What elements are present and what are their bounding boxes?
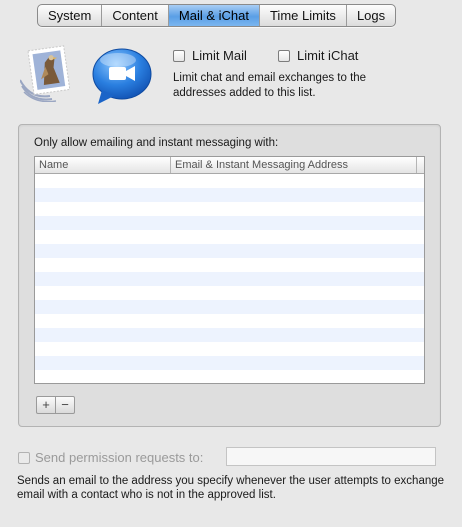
table-row: [35, 356, 424, 370]
send-permission-label: Send permission requests to:: [35, 450, 204, 465]
table-row: [35, 286, 424, 300]
limit-mail-checkbox-row[interactable]: Limit Mail: [173, 48, 247, 63]
tab-time-limits[interactable]: Time Limits: [258, 5, 346, 26]
limit-ichat-checkbox-row[interactable]: Limit iChat: [278, 48, 358, 63]
permission-description: Sends an email to the address you specif…: [17, 475, 445, 501]
remove-button[interactable]: −: [55, 397, 74, 413]
limit-mail-checkbox[interactable]: [173, 49, 185, 62]
limit-ichat-label: Limit iChat: [297, 48, 359, 63]
send-permission-checkbox[interactable]: [18, 451, 30, 464]
table-row: [35, 188, 424, 202]
limit-mail-label: Limit Mail: [192, 48, 247, 63]
limit-description: Limit chat and email exchanges to the ad…: [173, 72, 367, 99]
table-row: [35, 314, 424, 328]
column-header-spacer: [417, 157, 424, 173]
table-row: [35, 272, 424, 286]
permission-email-field[interactable]: [226, 447, 436, 466]
table-row: [35, 258, 424, 272]
table-row: [35, 300, 424, 314]
table-row: [35, 230, 424, 244]
ichat-video-icon: [92, 48, 152, 104]
add-remove-buttons: + −: [36, 396, 75, 414]
allowlist-table[interactable]: Name Email & Instant Messaging Address: [34, 156, 425, 384]
tab-logs[interactable]: Logs: [345, 5, 395, 26]
column-header-address[interactable]: Email & Instant Messaging Address: [171, 157, 417, 173]
tab-system[interactable]: System: [38, 5, 101, 26]
table-row: [35, 328, 424, 342]
table-row: [35, 174, 424, 188]
table-row: [35, 370, 424, 383]
table-row: [35, 216, 424, 230]
table-row: [35, 342, 424, 356]
allowlist-group: Only allow emailing and instant messagin…: [18, 124, 441, 427]
table-header: Name Email & Instant Messaging Address: [35, 157, 424, 174]
send-permission-row: Send permission requests to:: [18, 450, 203, 465]
tab-content[interactable]: Content: [101, 5, 168, 26]
table-row: [35, 244, 424, 258]
limit-ichat-checkbox[interactable]: [278, 49, 290, 62]
add-button[interactable]: +: [37, 397, 55, 413]
allowlist-title: Only allow emailing and instant messagin…: [34, 137, 279, 149]
column-header-name[interactable]: Name: [35, 157, 171, 173]
mail-stamp-icon: [20, 45, 71, 102]
tab-mail-ichat[interactable]: Mail & iChat: [167, 5, 259, 26]
table-row: [35, 202, 424, 216]
tab-bar: System Content Mail & iChat Time Limits …: [37, 4, 397, 27]
